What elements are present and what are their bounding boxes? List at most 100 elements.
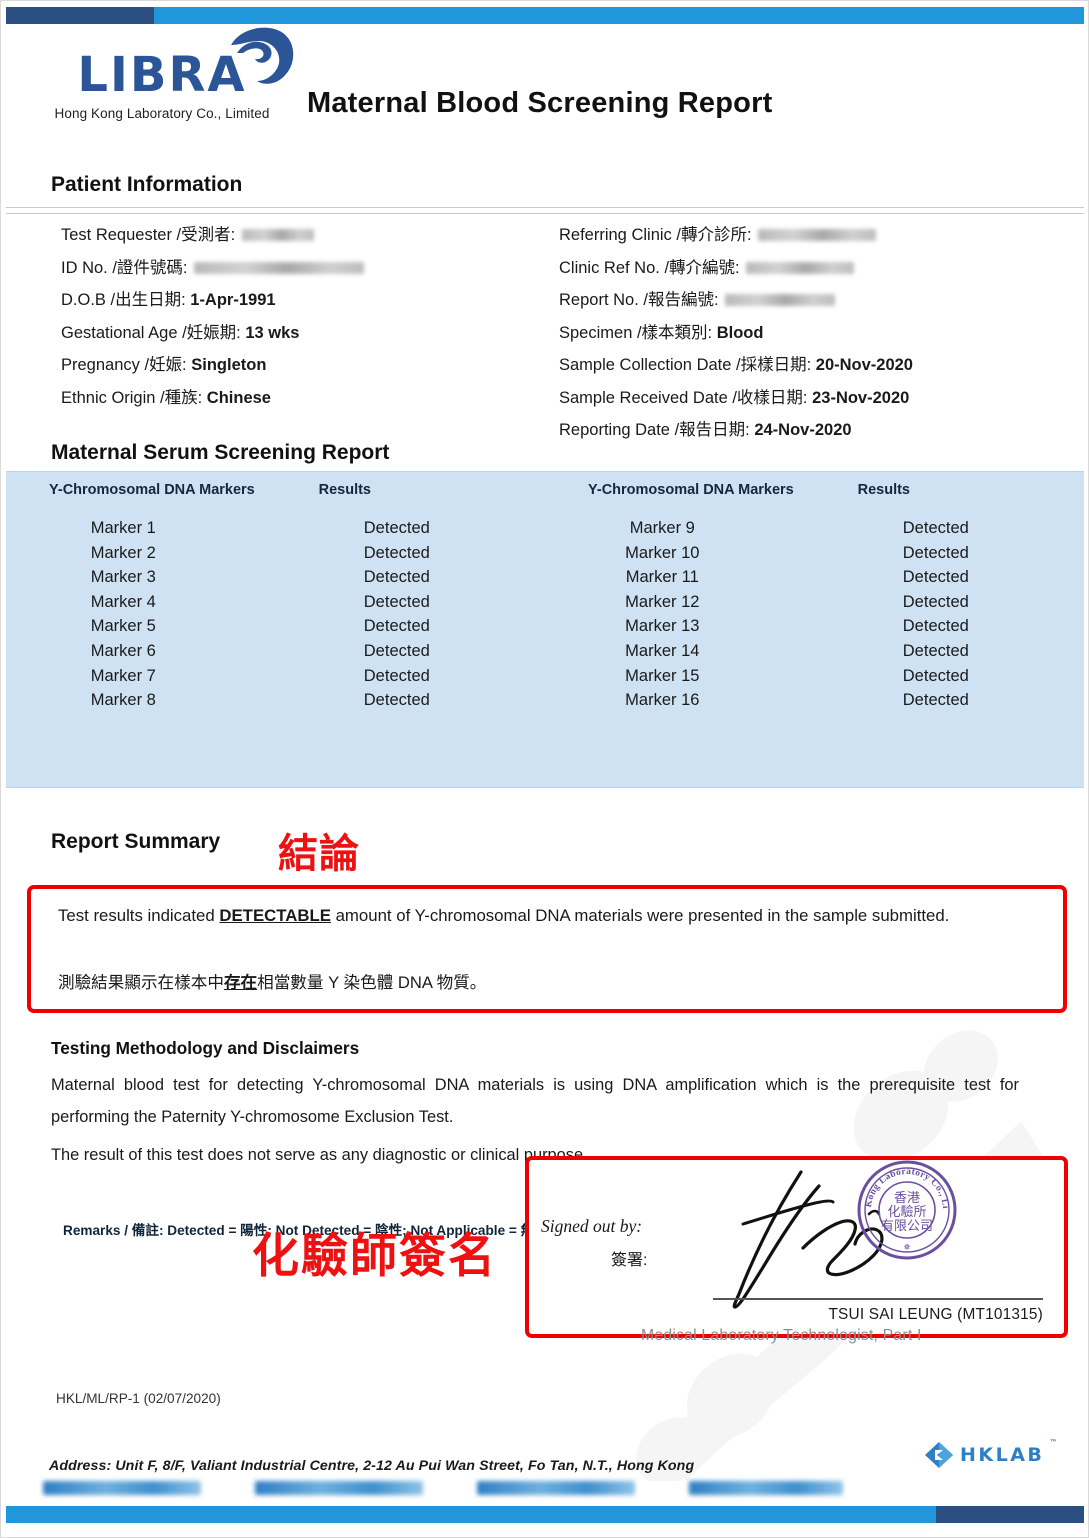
summary-text-after: amount of Y-chromosomal DNA materials we… (330, 906, 950, 925)
marker-result: Detected (902, 568, 969, 587)
marker-row: Marker 6 Detected (6, 639, 545, 664)
marker-row: Marker 15 Detected (545, 664, 1084, 689)
methodology-heading: Testing Methodology and Disclaimers (51, 1038, 360, 1058)
hklab-diamond-icon (925, 1442, 953, 1468)
contact-website-redacted (689, 1481, 844, 1495)
info-value: Chinese (206, 388, 271, 407)
patient-info-right-row: Clinic Ref No. /轉介編號: (559, 252, 913, 285)
signatory-name: TSUI SAI LEUNG (MT101315) (828, 1306, 1043, 1323)
svg-text:化驗所: 化驗所 (887, 1205, 926, 1220)
marker-row: Marker 13 Detected (545, 614, 1084, 639)
contact-email-redacted (476, 1481, 636, 1495)
info-label: D.O.B /出生日期: (61, 291, 191, 309)
patient-info-left-row: Pregnancy /妊娠: Singleton (61, 349, 364, 382)
svg-text:✵: ✵ (903, 1243, 911, 1253)
marker-result: Detected (363, 666, 430, 685)
signature-rule (713, 1298, 1043, 1300)
summary-text-en: Test results indicated DETECTABLE amount… (58, 894, 1036, 937)
redacted-value (758, 229, 877, 241)
divider-under-patient-heading-2 (6, 213, 1084, 214)
markers-table-left-header: Y-Chromosomal DNA Markers Results (6, 482, 545, 516)
marker-name: Marker 4 (90, 592, 156, 611)
patient-information-section: Test Requester /受測者: ID No. /證件號碼: D.O.B… (1, 219, 1089, 439)
marker-row: Marker 12 Detected (545, 590, 1084, 615)
summary-zh-emphasis: 存在 (223, 973, 258, 992)
info-value: 1-Apr-1991 (190, 291, 276, 309)
marker-name: Marker 10 (625, 543, 700, 562)
info-value: 13 wks (245, 323, 300, 342)
info-label: Referring Clinic /轉介診所: (559, 226, 757, 244)
report-summary-heading: Report Summary (51, 830, 221, 853)
summary-chinese-annotation: 結論 (278, 831, 360, 877)
marker-result: Detected (363, 617, 430, 636)
patient-info-right-row: Report No. /報告編號: (559, 284, 913, 317)
marker-row: Marker 2 Detected (6, 541, 545, 566)
marker-row: Marker 8 Detected (6, 688, 545, 713)
bottom-bar-light-segment (6, 1506, 936, 1523)
libra-wordmark-text: LIBRA (77, 47, 247, 103)
column-header-markers-2: Y-Chromosomal DNA Markers (588, 482, 794, 498)
marker-result: Detected (363, 519, 430, 537)
company-stamp: Hong Kong Laboratory Co., Limited 香港 化驗所… (855, 1158, 957, 1260)
markers-rows-right: Marker 9 Detected Marker 10 Detected Marker … (545, 516, 1084, 713)
patient-info-left-row: Ethnic Origin /種族: Chinese (61, 382, 364, 415)
marker-result: Detected (363, 641, 430, 660)
contact-phone-redacted (43, 1481, 202, 1495)
info-label: Specimen /樣本類別: (559, 323, 717, 342)
info-value: 24-Nov-2020 (754, 421, 852, 439)
redacted-value (241, 229, 314, 241)
marker-result: Detected (363, 592, 430, 611)
signature-block: Signed out by: 簽署: Hong Kong Laboratory … (533, 1158, 1061, 1330)
redacted-value (746, 261, 855, 274)
signed-out-by-label-zh: 簽署: (611, 1252, 648, 1269)
patient-info-right-row: Reporting Date /報告日期: 24-Nov-2020 (559, 414, 913, 447)
svg-text:有限公司: 有限公司 (881, 1219, 933, 1234)
marker-row: Marker 16 Detected (545, 688, 1084, 713)
column-header-results-2: Results (857, 482, 910, 498)
marker-name: Marker 8 (90, 691, 156, 710)
bottom-decorative-bar (6, 1506, 1084, 1523)
summary-text-emphasis: DETECTABLE (219, 906, 331, 925)
markers-rows-left: Marker 1 Detected Marker 2 Detected Marker 3… (6, 516, 545, 713)
info-label: Pregnancy /妊娠: (61, 356, 192, 374)
patient-info-left-row: Gestational Age /妊娠期: 13 wks (61, 317, 364, 350)
marker-result: Detected (902, 666, 969, 685)
info-label: Sample Received Date /收樣日期: (559, 388, 813, 407)
marker-name: Marker 7 (90, 666, 156, 685)
marker-name: Marker 15 (625, 666, 700, 685)
marker-row: Marker 9 Detected (545, 516, 1084, 541)
summary-zh-after: 相當數量 Y 染色體 DNA 物質。 (257, 973, 487, 992)
patient-info-left-row: D.O.B /出生日期: 1-Apr-1991 (61, 284, 364, 317)
marker-name: Marker 5 (90, 617, 156, 636)
hklab-logo-text: HKLAB ™ (960, 1438, 1057, 1466)
markers-table-right: Y-Chromosomal DNA Markers Results Marker… (545, 482, 1084, 713)
marker-row: Marker 10 Detected (545, 541, 1084, 566)
marker-result: Detected (902, 592, 969, 611)
signature-chinese-annotation: 化驗師簽名 (252, 1229, 497, 1284)
info-value: 20-Nov-2020 (815, 356, 913, 374)
marker-row: Marker 4 Detected (6, 590, 545, 615)
form-code: HKL/ML/RP-1 (02/07/2020) (56, 1391, 221, 1406)
marker-name: Marker 11 (625, 568, 699, 587)
patient-info-right-row: Sample Received Date /收樣日期: 23-Nov-2020 (559, 382, 913, 415)
patient-info-left-row: ID No. /證件號碼: (61, 252, 365, 285)
marker-result: Detected (363, 691, 430, 710)
marker-name: Marker 3 (90, 568, 156, 587)
patient-info-left-column: Test Requester /受測者: ID No. /證件號碼: D.O.B… (61, 219, 365, 415)
report-page: LIBRA Hong Kong Laboratory Co., Limited … (0, 0, 1089, 1538)
patient-info-right-row: Referring Clinic /轉介診所: (559, 219, 913, 252)
marker-result: Detected (902, 543, 969, 562)
hklab-trademark-symbol: ™ (1049, 1438, 1058, 1447)
redacted-value (725, 294, 836, 306)
column-header-markers: Y-Chromosomal DNA Markers (49, 482, 255, 498)
marker-result: Detected (902, 691, 969, 710)
signatory-role: Medical Laboratory Technologist, Part I (641, 1327, 922, 1344)
serum-screening-heading: Maternal Serum Screening Report (51, 441, 390, 464)
marker-row: Marker 5 Detected (6, 614, 545, 639)
info-label: ID No. /證件號碼: (61, 258, 193, 277)
top-bar-dark-segment (6, 7, 154, 24)
column-header-results: Results (318, 482, 371, 498)
methodology-paragraph-1: Maternal blood test for detecting Y-chro… (51, 1076, 1019, 1126)
marker-row: Marker 14 Detected (545, 639, 1084, 664)
markers-table-band: Y-Chromosomal DNA Markers Results Marker… (6, 471, 1084, 1238)
